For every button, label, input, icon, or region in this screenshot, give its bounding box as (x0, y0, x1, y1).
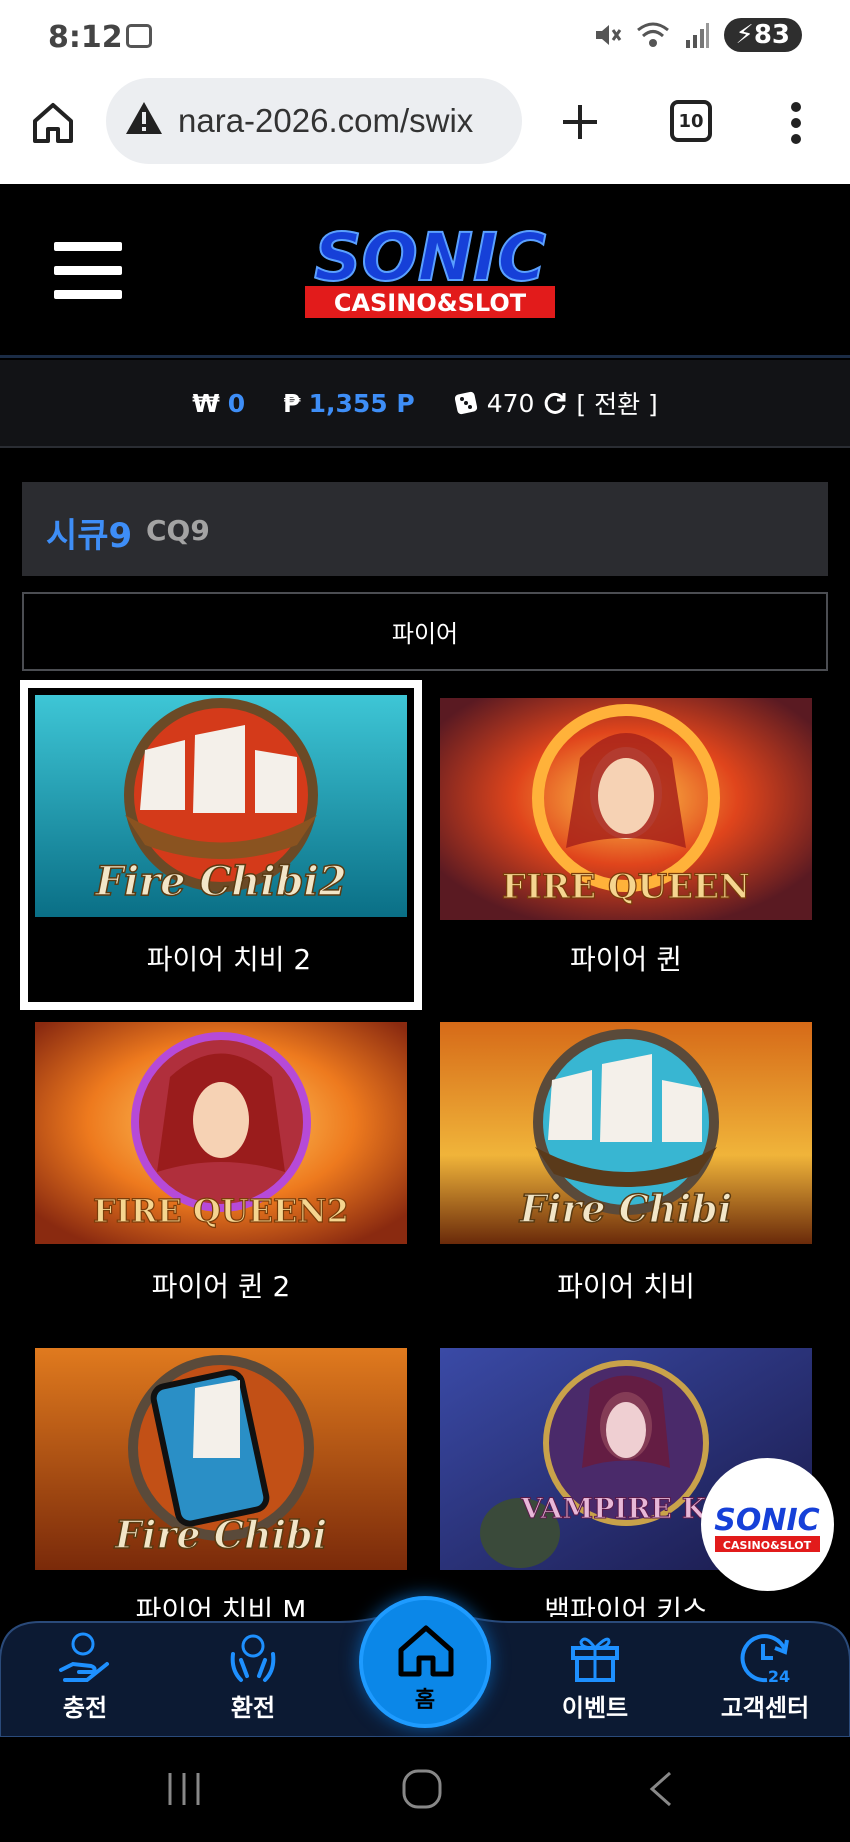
game-title[interactable]: 파이어 퀸 2 (20, 1265, 422, 1305)
wifi-icon (636, 22, 669, 47)
svg-text:SONIC: SONIC (314, 220, 546, 296)
nav-withdraw[interactable]: 환전 (193, 1612, 313, 1737)
home-nav-icon (398, 1625, 454, 1677)
nav-deposit[interactable]: 충전 (25, 1612, 145, 1737)
game-title[interactable]: 파이어 퀸 (425, 938, 827, 978)
game-title[interactable]: 파이어 치비 (425, 1265, 827, 1305)
provider-header: 시큐9 CQ9 (22, 482, 828, 576)
home-system-icon[interactable] (400, 1767, 444, 1811)
site-header: SONIC CASINO&SLOT (0, 184, 850, 358)
fab-tagline: CASINO&SLOT (723, 1539, 812, 1552)
switch-button[interactable]: [ 전환 ] (576, 385, 657, 421)
nav-event[interactable]: 이벤트 (535, 1612, 655, 1737)
home-icon[interactable] (30, 100, 76, 146)
browser-toolbar: nara-2026.com/swix 10 (0, 70, 850, 184)
nav-event-label: 이벤트 (561, 1694, 629, 1722)
status-bar: 8:12 ⚡83 (0, 0, 850, 70)
withdraw-icon (230, 1634, 276, 1682)
game-art-text: Fire Chibi (114, 1512, 327, 1557)
signal-icon (685, 23, 709, 48)
game-title[interactable]: 파이어 치비 2 (28, 938, 430, 978)
game-search-input[interactable]: 파이어 (22, 592, 828, 671)
svg-text:24: 24 (768, 1667, 790, 1686)
game-card[interactable]: FIRE QUEEN 파이어 퀸 (425, 680, 827, 1010)
nav-support-label: 고객센터 (720, 1694, 810, 1722)
support-24-icon: 24 (740, 1634, 790, 1686)
fab-brand: SONIC (714, 1503, 819, 1538)
won-symbol: ₩ (192, 388, 220, 418)
url-text[interactable]: nara-2026.com/swix (178, 102, 513, 140)
won-balance: 0 (227, 388, 246, 418)
chip-balance: 470 (486, 388, 535, 418)
nav-home-label: 홈 (414, 1688, 436, 1713)
sonic-logo[interactable]: SONIC CASINO&SLOT (285, 218, 575, 324)
svg-text:CASINO&SLOT: CASINO&SLOT (334, 289, 527, 317)
game-art-text: FIRE QUEEN (502, 867, 750, 907)
sonic-floating-button[interactable]: SONIC CASINO&SLOT (701, 1458, 834, 1591)
game-art-text: Fire Chibi2 (94, 858, 346, 905)
deposit-icon (59, 1632, 109, 1682)
menu-icon[interactable] (54, 242, 122, 300)
game-thumbnail[interactable]: Fire Chibi (440, 1022, 812, 1244)
new-tab-icon[interactable] (558, 100, 602, 144)
game-art-text: Fire Chibi (519, 1186, 732, 1231)
screenshot-icon (126, 24, 152, 48)
system-nav-bar (0, 1737, 850, 1842)
point-balance: 1,355 P (308, 388, 415, 418)
nav-deposit-label: 충전 (62, 1694, 108, 1722)
warning-icon[interactable] (124, 98, 164, 138)
status-time: 8:12 (48, 20, 123, 55)
dice-icon (454, 391, 477, 415)
game-thumbnail[interactable]: Fire Chibi2 (35, 695, 407, 917)
address-bar[interactable]: nara-2026.com/swix (106, 78, 522, 164)
game-thumbnail[interactable]: FIRE QUEEN (440, 698, 812, 920)
game-thumbnail[interactable]: Fire Chibi (35, 1348, 407, 1570)
game-card[interactable]: Fire Chibi 파이어 치비 (425, 1007, 827, 1327)
game-card[interactable]: Fire Chibi2 파이어 치비 2 (20, 680, 422, 1010)
back-icon[interactable] (646, 1769, 674, 1809)
game-card[interactable]: FIRE QUEEN2 파이어 퀸 2 (20, 1007, 422, 1327)
more-menu-icon[interactable] (780, 100, 812, 146)
game-thumbnail[interactable]: FIRE QUEEN2 (35, 1022, 407, 1244)
mute-icon (595, 25, 621, 45)
nav-home-button[interactable]: 홈 (359, 1596, 491, 1728)
game-card[interactable]: Fire Chibi 파이어 치비 M (20, 1333, 422, 1617)
tab-switcher-button[interactable]: 10 (670, 100, 712, 142)
point-symbol: ₱ (283, 388, 301, 418)
provider-name-en: CQ9 (146, 514, 210, 547)
nav-support[interactable]: 24 고객센터 (705, 1612, 825, 1737)
gift-icon (571, 1637, 619, 1682)
recent-apps-icon[interactable] (166, 1771, 202, 1807)
tab-count: 10 (678, 110, 704, 132)
nav-withdraw-label: 환전 (230, 1694, 276, 1722)
search-value: 파이어 (391, 620, 459, 648)
game-art-text: FIRE QUEEN2 (93, 1192, 349, 1230)
balance-bar: ₩ 0 ₱ 1,355 P 470 [ 전환 ] (0, 360, 850, 448)
refresh-icon[interactable] (542, 390, 568, 416)
provider-name-ko: 시큐9 (46, 516, 133, 556)
battery-indicator: ⚡83 (723, 18, 802, 52)
